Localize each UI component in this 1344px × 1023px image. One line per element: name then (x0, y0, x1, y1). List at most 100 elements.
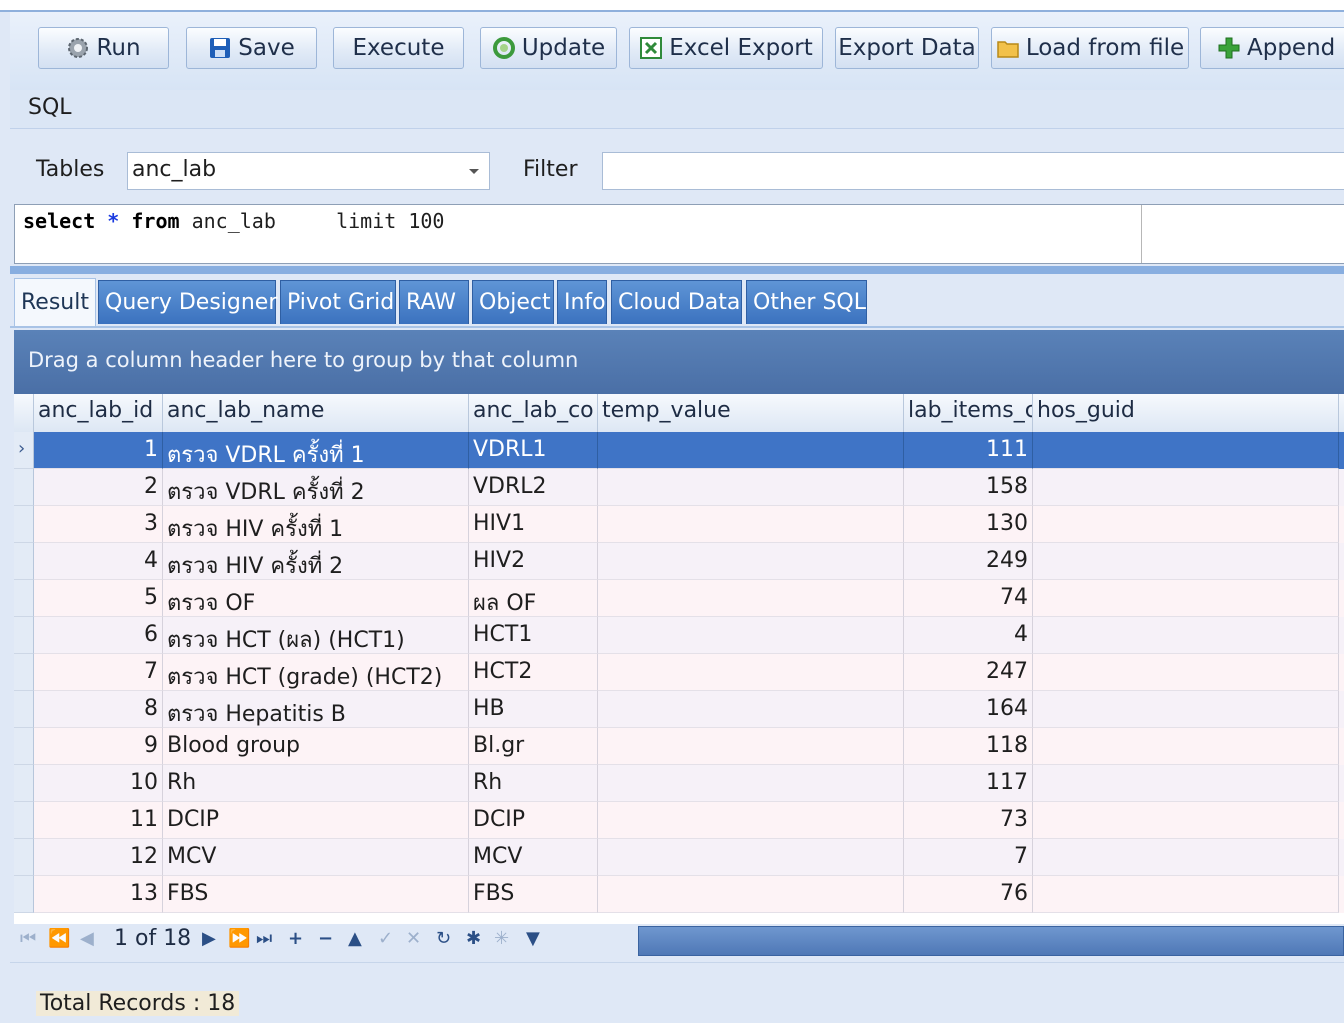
cell-hos-guid[interactable] (1033, 469, 1339, 506)
cell-anc-lab-name[interactable]: ตรวจ VDRL ครั้งที่ 1 (163, 432, 469, 469)
export-data-button[interactable]: Export Data (835, 27, 979, 69)
cell-hos-guid[interactable] (1033, 876, 1339, 913)
table-row[interactable]: 13 FBS FBS 76 (14, 876, 1344, 913)
next-record-icon[interactable]: ▶ (202, 928, 216, 949)
next-page-icon[interactable]: ⏩ (228, 928, 250, 949)
tab-info[interactable]: Info (557, 280, 607, 324)
cell-anc-lab-id[interactable]: 4 (34, 543, 163, 580)
cell-anc-lab-id[interactable]: 10 (34, 765, 163, 802)
cell-anc-lab-id[interactable]: 1 (34, 432, 163, 469)
cell-hos-guid[interactable] (1033, 432, 1339, 469)
cell-anc-lab-id[interactable]: 5 (34, 580, 163, 617)
row-indicator[interactable] (14, 654, 34, 691)
table-row[interactable]: 10 Rh Rh 117 (14, 765, 1344, 802)
load-from-file-button[interactable]: Load from file (991, 27, 1189, 69)
cell-anc-lab-name[interactable]: ตรวจ Hepatitis B (163, 691, 469, 728)
table-row[interactable]: 7 ตรวจ HCT (grade) (HCT2) HCT2 247 (14, 654, 1344, 691)
cell-anc-lab-id[interactable]: 13 (34, 876, 163, 913)
cell-lab-items-code[interactable]: 74 (904, 580, 1033, 617)
cell-temp-value[interactable] (598, 654, 904, 691)
table-row[interactable]: › 1 ตรวจ VDRL ครั้งที่ 1 VDRL1 111 (14, 432, 1344, 469)
cell-anc-lab-code[interactable]: FBS (469, 876, 598, 913)
row-indicator[interactable] (14, 839, 34, 876)
edit-record-icon[interactable]: ▲ (348, 928, 362, 949)
delete-record-icon[interactable]: − (318, 928, 333, 949)
cell-anc-lab-id[interactable]: 8 (34, 691, 163, 728)
group-by-panel[interactable]: Drag a column header here to group by th… (14, 330, 1344, 394)
horizontal-scrollbar[interactable] (638, 926, 1344, 956)
cell-hos-guid[interactable] (1033, 691, 1339, 728)
cell-lab-items-code[interactable]: 158 (904, 469, 1033, 506)
cell-anc-lab-id[interactable]: 12 (34, 839, 163, 876)
cell-anc-lab-code[interactable]: HIV1 (469, 506, 598, 543)
cell-anc-lab-name[interactable]: ตรวจ HIV ครั้งที่ 2 (163, 543, 469, 580)
column-header-temp-value[interactable]: temp_value (598, 394, 904, 432)
cell-anc-lab-id[interactable]: 11 (34, 802, 163, 839)
row-indicator[interactable] (14, 802, 34, 839)
cell-temp-value[interactable] (598, 765, 904, 802)
cell-anc-lab-id[interactable]: 2 (34, 469, 163, 506)
cell-lab-items-code[interactable]: 249 (904, 543, 1033, 580)
cell-lab-items-code[interactable]: 4 (904, 617, 1033, 654)
prev-record-icon[interactable]: ◀ (80, 928, 94, 949)
cell-temp-value[interactable] (598, 432, 904, 469)
cell-anc-lab-id[interactable]: 6 (34, 617, 163, 654)
cell-hos-guid[interactable] (1033, 580, 1339, 617)
cell-anc-lab-code[interactable]: VDRL2 (469, 469, 598, 506)
cell-temp-value[interactable] (598, 617, 904, 654)
filter-icon[interactable]: ▼ (526, 928, 540, 949)
filter-input[interactable] (602, 152, 1344, 190)
cell-anc-lab-name[interactable]: ตรวจ OF (163, 580, 469, 617)
cell-hos-guid[interactable] (1033, 654, 1339, 691)
cell-temp-value[interactable] (598, 469, 904, 506)
cell-anc-lab-code[interactable]: HIV2 (469, 543, 598, 580)
cell-hos-guid[interactable] (1033, 543, 1339, 580)
column-header-anc-lab-name[interactable]: anc_lab_name (163, 394, 469, 432)
splitter-handle[interactable] (10, 266, 1344, 274)
cell-lab-items-code[interactable]: 130 (904, 506, 1033, 543)
excel-export-button[interactable]: Excel Export (629, 27, 823, 69)
cell-anc-lab-code[interactable]: DCIP (469, 802, 598, 839)
cell-anc-lab-name[interactable]: ตรวจ VDRL ครั้งที่ 2 (163, 469, 469, 506)
column-header-anc-lab-code[interactable]: anc_lab_co (469, 394, 598, 432)
table-row[interactable]: 2 ตรวจ VDRL ครั้งที่ 2 VDRL2 158 (14, 469, 1344, 506)
row-indicator[interactable] (14, 506, 34, 543)
row-indicator[interactable] (14, 765, 34, 802)
table-row[interactable]: 5 ตรวจ OF ผล OF 74 (14, 580, 1344, 617)
cell-anc-lab-id[interactable]: 7 (34, 654, 163, 691)
row-indicator[interactable] (14, 728, 34, 765)
prev-page-icon[interactable]: ⏪ (48, 928, 70, 949)
table-row[interactable]: 9 Blood group Bl.gr 118 (14, 728, 1344, 765)
cell-anc-lab-code[interactable]: VDRL1 (469, 432, 598, 469)
refresh-records-icon[interactable]: ↻ (436, 928, 451, 949)
column-header-hos-guid[interactable]: hos_guid (1033, 394, 1339, 432)
cell-temp-value[interactable] (598, 876, 904, 913)
tab-query-designer[interactable]: Query Designer (98, 280, 277, 324)
sql-editor[interactable]: select * from anc_lab limit 100 (14, 204, 1344, 264)
add-record-icon[interactable]: + (288, 928, 303, 949)
table-row[interactable]: 12 MCV MCV 7 (14, 839, 1344, 876)
tab-pivot-grid[interactable]: Pivot Grid (280, 280, 396, 324)
tables-combo[interactable]: anc_lab (127, 152, 490, 190)
cell-hos-guid[interactable] (1033, 765, 1339, 802)
cell-lab-items-code[interactable]: 117 (904, 765, 1033, 802)
row-indicator[interactable] (14, 543, 34, 580)
tab-result[interactable]: Result (14, 278, 96, 326)
cell-lab-items-code[interactable]: 76 (904, 876, 1033, 913)
cell-anc-lab-name[interactable]: ตรวจ HIV ครั้งที่ 1 (163, 506, 469, 543)
row-indicator[interactable] (14, 580, 34, 617)
cell-anc-lab-name[interactable]: Blood group (163, 728, 469, 765)
cell-anc-lab-name[interactable]: MCV (163, 839, 469, 876)
cell-anc-lab-code[interactable]: HB (469, 691, 598, 728)
cell-anc-lab-code[interactable]: MCV (469, 839, 598, 876)
cell-hos-guid[interactable] (1033, 728, 1339, 765)
cell-temp-value[interactable] (598, 802, 904, 839)
cancel-edit-icon[interactable]: ✕ (406, 928, 421, 949)
run-button[interactable]: Run (38, 27, 169, 69)
cell-temp-value[interactable] (598, 728, 904, 765)
append-button[interactable]: Append (1200, 27, 1344, 69)
cell-anc-lab-name[interactable]: FBS (163, 876, 469, 913)
table-row[interactable]: 11 DCIP DCIP 73 (14, 802, 1344, 839)
row-indicator[interactable] (14, 876, 34, 913)
tab-other-sql[interactable]: Other SQL (746, 280, 867, 324)
